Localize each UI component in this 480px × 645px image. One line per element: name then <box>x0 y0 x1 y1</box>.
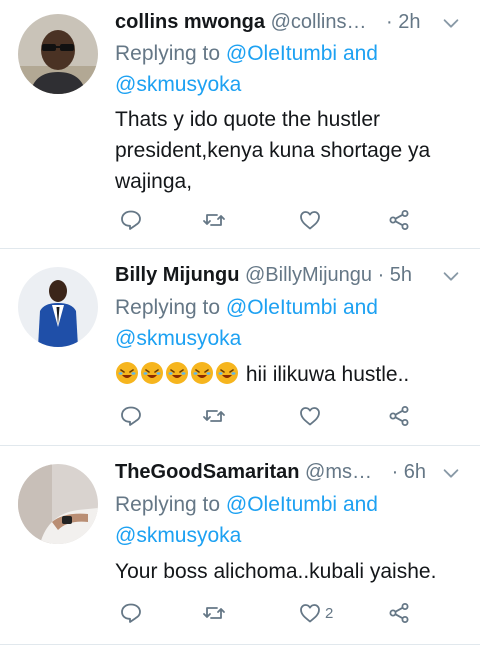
author-handle[interactable]: @BillyMijungu <box>245 264 372 286</box>
tweet-text: Thats y ido quote the hustler president,… <box>115 104 465 197</box>
chevron-down-icon[interactable] <box>440 265 462 287</box>
mention-link[interactable]: @OleItumbi <box>226 493 337 516</box>
reply-icon <box>121 603 141 623</box>
mention-link[interactable]: @OleItumbi <box>226 42 337 65</box>
timestamp[interactable]: · 5h <box>378 264 412 286</box>
laughing-emoji-icon <box>216 362 238 384</box>
replying-and[interactable]: and <box>343 42 378 65</box>
retweet-icon <box>203 607 225 619</box>
replying-to: Replying to @OleItumbi and @skmusyoka <box>115 38 455 100</box>
tweet-header: Billy Mijungu @BillyMijungu · 5h <box>115 261 442 289</box>
retweet-button[interactable] <box>202 401 226 431</box>
replying-and[interactable]: and <box>343 296 378 319</box>
tweet-actions <box>0 205 480 235</box>
laughing-emoji-icon <box>166 362 188 384</box>
heart-icon <box>300 407 320 426</box>
tweet-header: TheGoodSamaritan @ms… · 6h <box>115 458 442 486</box>
tweet-text: hii ilikuwa hustle.. <box>115 359 465 390</box>
reply-button[interactable] <box>119 401 143 431</box>
retweet-button[interactable] <box>202 598 226 628</box>
share-button[interactable] <box>387 205 411 235</box>
share-icon <box>389 603 409 623</box>
tweet-actions <box>0 401 480 431</box>
mention-link[interactable]: @skmusyoka <box>115 327 241 350</box>
share-icon <box>389 210 409 230</box>
tweet-1[interactable]: collins mwonga @collins… · 2h Replying t… <box>0 0 480 248</box>
heart-icon <box>300 211 320 230</box>
tweet-3[interactable]: TheGoodSamaritan @ms… · 6h Replying to @… <box>0 446 480 645</box>
like-button[interactable] <box>298 205 325 235</box>
replying-to-label: Replying to <box>115 296 221 319</box>
replying-to: Replying to @OleItumbi and @skmusyoka <box>115 292 455 354</box>
replying-to-label: Replying to <box>115 493 221 516</box>
retweet-icon <box>203 214 225 226</box>
chevron-down-icon[interactable] <box>440 12 462 34</box>
reply-button[interactable] <box>119 205 143 235</box>
tweet-actions: 2 <box>0 598 480 628</box>
laughing-emoji-icon <box>141 362 163 384</box>
share-button[interactable] <box>387 598 411 628</box>
author-handle[interactable]: @collins… <box>271 11 367 33</box>
like-count: 2 <box>325 604 334 622</box>
replying-to: Replying to @OleItumbi and @skmusyoka <box>115 489 455 551</box>
replying-to-label: Replying to <box>115 42 221 65</box>
mention-link[interactable]: @OleItumbi <box>226 296 337 319</box>
tweet-text-line: Thats y ido quote the hustler <box>115 108 380 131</box>
tweet-text-line: president,kenya kuna shortage ya <box>115 139 431 162</box>
share-button[interactable] <box>387 401 411 431</box>
author-handle[interactable]: @ms… <box>305 461 372 483</box>
author-name[interactable]: collins mwonga <box>115 11 265 33</box>
mention-link[interactable]: @skmusyoka <box>115 73 241 96</box>
tweet-2[interactable]: Billy Mijungu @BillyMijungu · 5h Replyin… <box>0 249 480 445</box>
tweet-header: collins mwonga @collins… · 2h <box>115 8 442 36</box>
timestamp[interactable]: · 6h <box>392 461 426 483</box>
avatar[interactable] <box>18 267 98 347</box>
like-button[interactable] <box>298 401 325 431</box>
share-icon <box>389 406 409 426</box>
replying-and[interactable]: and <box>343 493 378 516</box>
mention-link[interactable]: @skmusyoka <box>115 524 241 547</box>
laughing-emoji-icon <box>116 362 138 384</box>
avatar[interactable] <box>18 464 98 544</box>
laughing-emoji-icon <box>191 362 213 384</box>
retweet-button[interactable] <box>202 205 226 235</box>
tweet-text-line: hii ilikuwa hustle.. <box>245 363 410 386</box>
author-name[interactable]: TheGoodSamaritan <box>115 461 299 483</box>
emoji-row <box>115 362 246 386</box>
retweet-icon <box>203 410 225 422</box>
heart-icon <box>300 604 320 623</box>
tweet-text-line: Your boss alichoma..kubali yaishe. <box>115 560 437 583</box>
reply-button[interactable] <box>119 598 143 628</box>
tweet-text: Your boss alichoma..kubali yaishe. <box>115 556 465 587</box>
author-name[interactable]: Billy Mijungu <box>115 264 239 286</box>
reply-icon <box>121 210 141 230</box>
chevron-down-icon[interactable] <box>440 462 462 484</box>
like-button[interactable]: 2 <box>298 598 333 628</box>
tweet-text-line: wajinga, <box>115 170 193 193</box>
timestamp[interactable]: · 2h <box>386 11 420 33</box>
reply-icon <box>121 406 141 426</box>
avatar[interactable] <box>18 14 98 94</box>
